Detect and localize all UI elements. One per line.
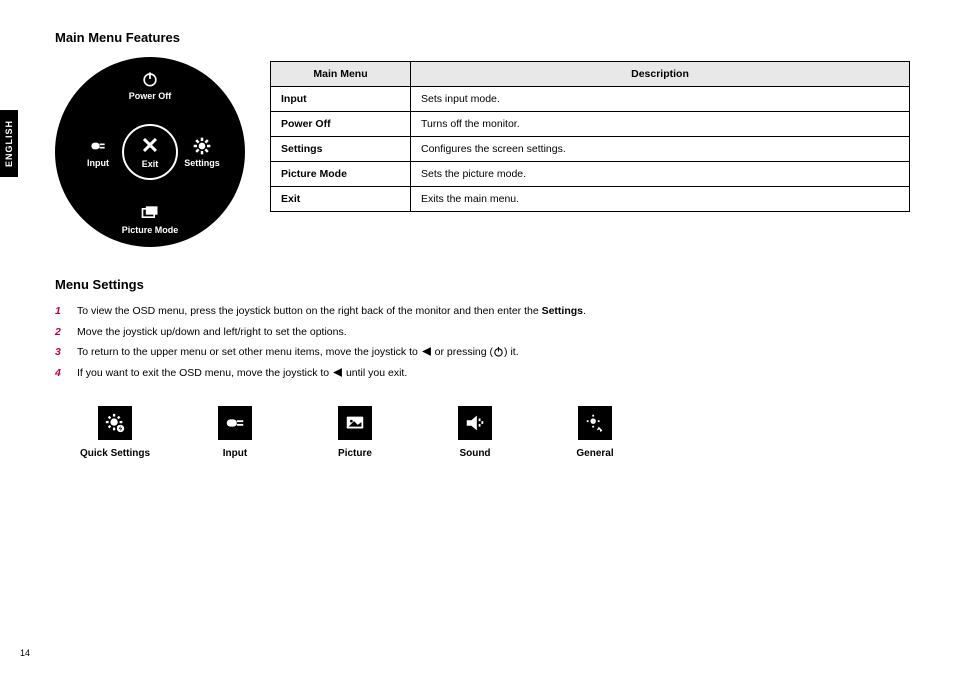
- table-row: InputSets input mode.: [271, 87, 910, 112]
- settings-icons-row: Quick Settings Input Picture Sound Gener…: [85, 406, 914, 459]
- sound-icon: [464, 412, 486, 434]
- osd-dial-diagram: Power Off Input Settings Picture Mode ✕ …: [55, 57, 245, 247]
- table-row: SettingsConfigures the screen settings.: [271, 137, 910, 162]
- dial-picture-mode: Picture Mode: [115, 203, 185, 235]
- icon-input: Input: [205, 406, 265, 459]
- page-number: 14: [20, 648, 30, 658]
- table-row: ExitExits the main menu.: [271, 187, 910, 212]
- step-2: 2 Move the joystick up/down and left/rig…: [55, 325, 914, 340]
- icon-picture: Picture: [325, 406, 385, 459]
- dial-exit: ✕ Exit: [122, 124, 178, 180]
- quick-settings-icon: [104, 412, 126, 434]
- power-icon: [140, 69, 160, 89]
- step-3: 3 To return to the upper menu or set oth…: [55, 345, 914, 360]
- language-tab: ENGLISH: [0, 110, 18, 177]
- table-header-menu: Main Menu: [271, 62, 411, 87]
- dial-power-off: Power Off: [115, 69, 185, 101]
- joystick-press-icon: [493, 346, 504, 357]
- heading-menu-settings: Menu Settings: [55, 277, 914, 292]
- icon-sound: Sound: [445, 406, 505, 459]
- table-header-description: Description: [411, 62, 910, 87]
- input-icon: [224, 412, 246, 434]
- table-row: Picture ModeSets the picture mode.: [271, 162, 910, 187]
- gear-icon: [192, 136, 212, 156]
- left-arrow-icon: [332, 367, 343, 378]
- plug-icon: [88, 136, 108, 156]
- heading-main-menu-features: Main Menu Features: [55, 30, 914, 45]
- table-row: Power OffTurns off the monitor.: [271, 112, 910, 137]
- icon-general: General: [565, 406, 625, 459]
- main-menu-table: Main Menu Description InputSets input mo…: [270, 61, 910, 212]
- step-1: 1 To view the OSD menu, press the joysti…: [55, 304, 914, 319]
- left-arrow-icon: [421, 346, 432, 357]
- step-4: 4 If you want to exit the OSD menu, move…: [55, 366, 914, 381]
- steps-list: 1 To view the OSD menu, press the joysti…: [55, 304, 914, 381]
- picture-mode-icon: [140, 203, 160, 223]
- picture-icon: [344, 412, 366, 434]
- icon-quick-settings: Quick Settings: [85, 406, 145, 459]
- close-icon: ✕: [141, 135, 159, 157]
- general-icon: [584, 412, 606, 434]
